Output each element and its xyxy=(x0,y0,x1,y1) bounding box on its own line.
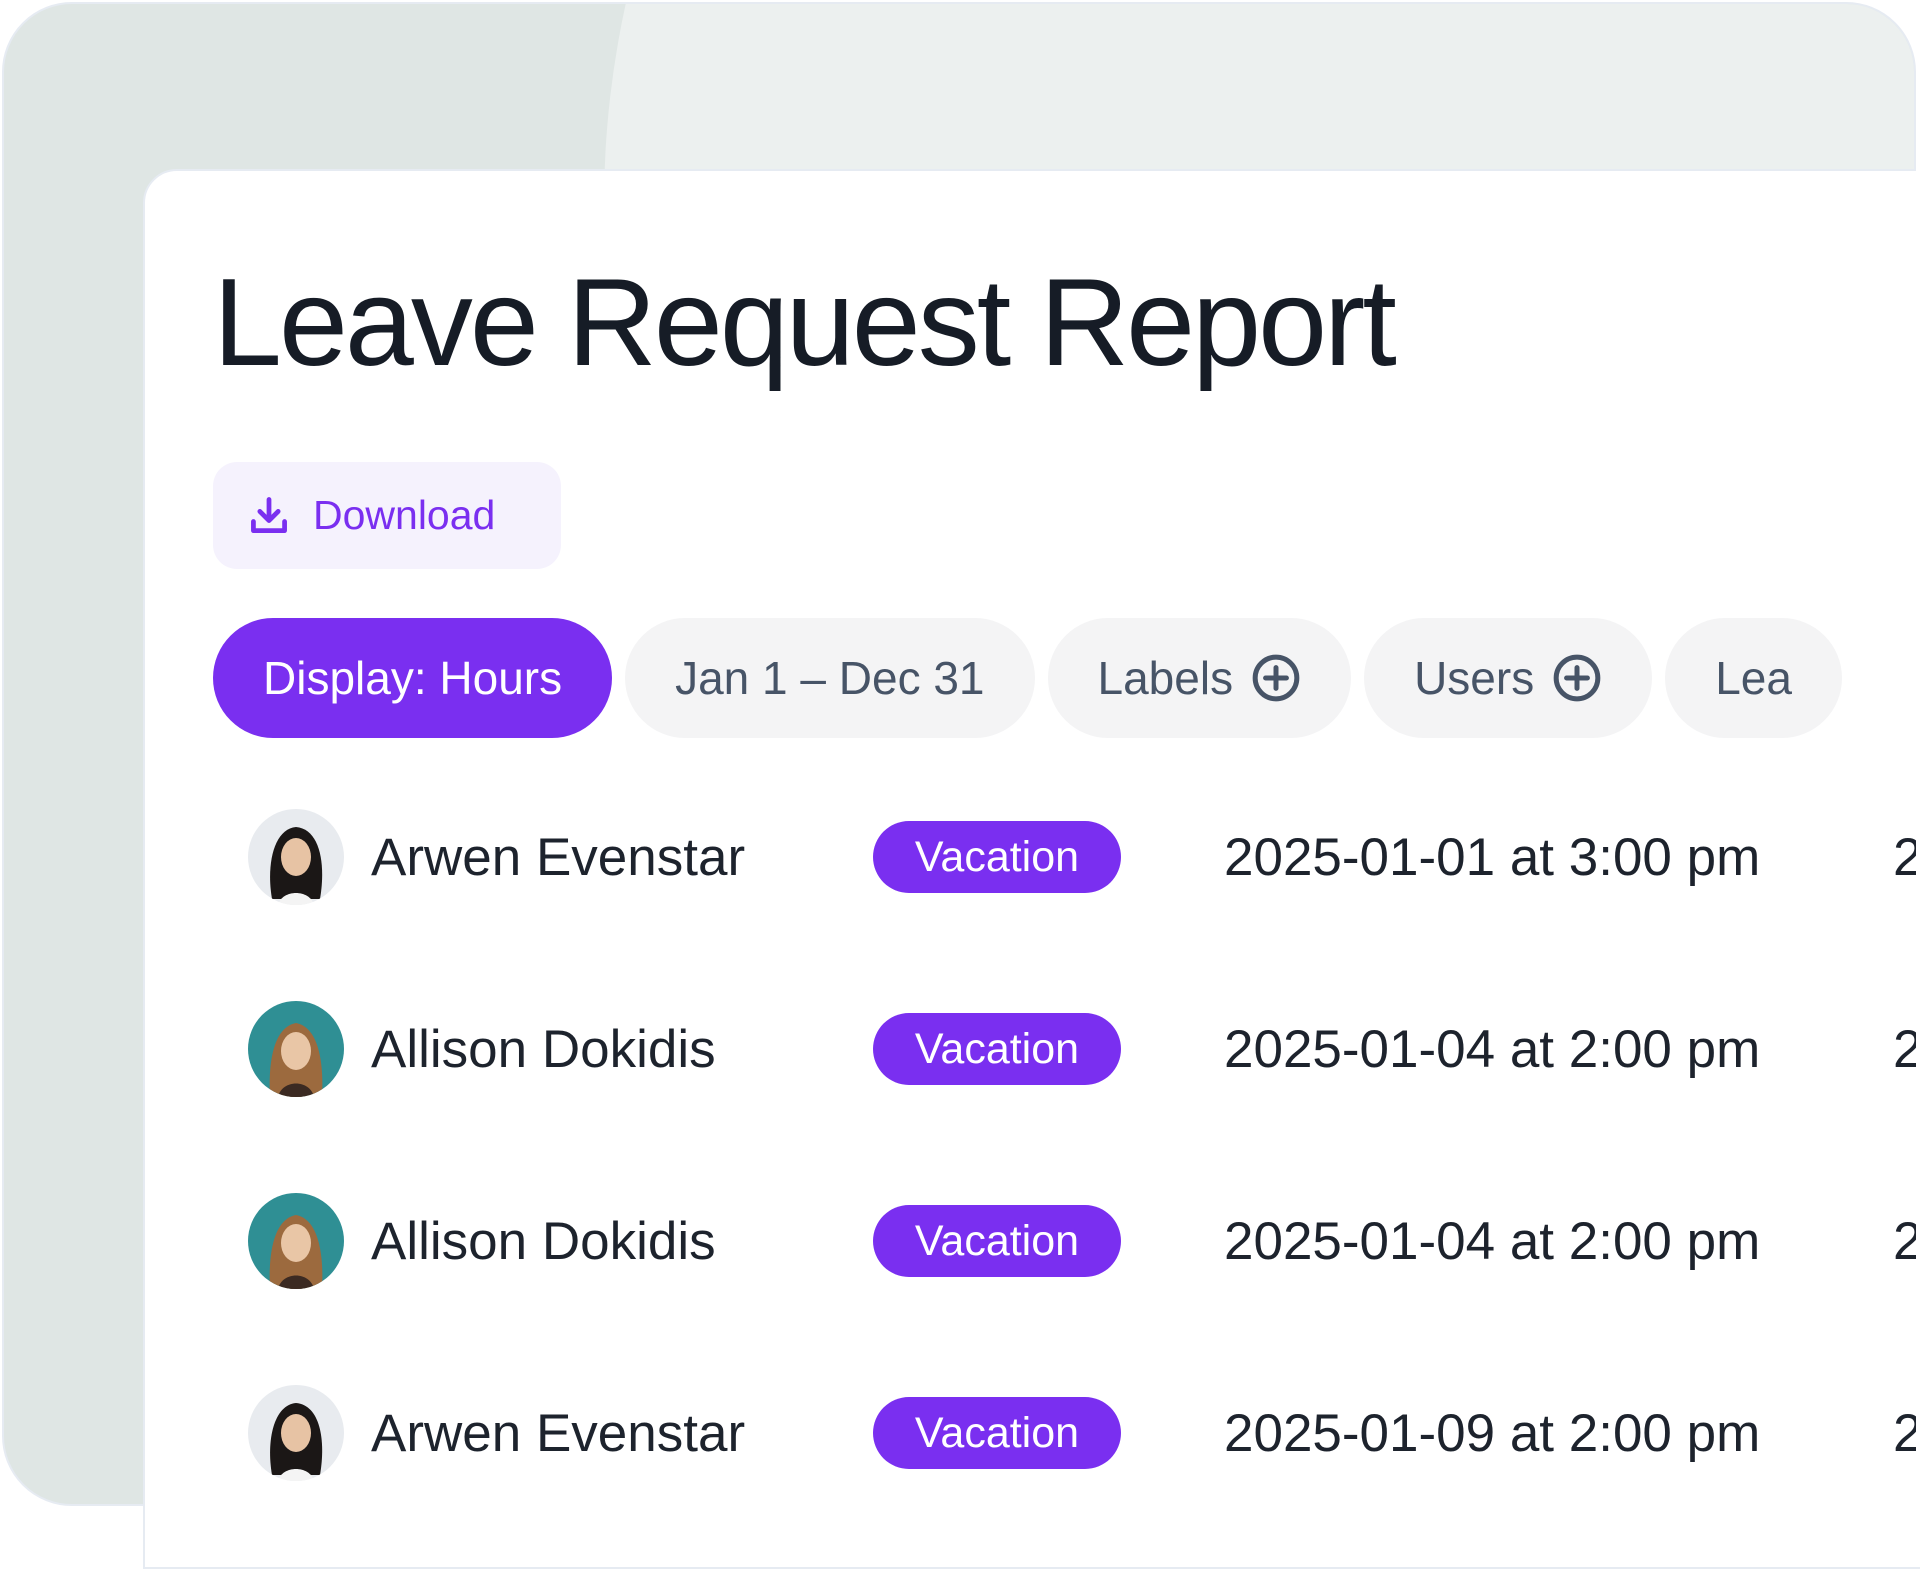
page-title: Leave Request Report xyxy=(213,254,1397,392)
filter-date-range[interactable]: Jan 1 – Dec 31 xyxy=(625,618,1035,738)
next-column-value: 2 xyxy=(1893,1211,1920,1271)
filter-label: Users xyxy=(1414,652,1535,704)
filter-display-hours[interactable]: Display: Hours xyxy=(213,618,613,738)
next-column-value: 2 xyxy=(1893,1019,1920,1079)
table-row[interactable]: Arwen Evenstar Vacation 2025-01-09 at 2:00… xyxy=(248,1385,1920,1481)
filter-label: Labels xyxy=(1097,652,1234,704)
download-button[interactable]: Download xyxy=(213,462,561,569)
plus-circle-icon xyxy=(1252,654,1300,702)
leave-type-badge: Vacation xyxy=(873,821,1121,893)
download-label: Download xyxy=(313,492,496,538)
table-row[interactable]: Allison Dokidis Vacation 2025-01-04 at 2:0… xyxy=(248,1001,1920,1097)
leave-type-badge: Vacation xyxy=(873,1205,1121,1277)
start-datetime: 2025-01-01 at 3:00 pm xyxy=(1224,827,1761,887)
filter-bar: Display: Hours Jan 1 – Dec 31 Labels Use… xyxy=(213,618,1842,738)
next-column-value: 2 xyxy=(1893,827,1920,887)
filter-label: Display: Hours xyxy=(263,652,563,704)
leave-type-badge: Vacation xyxy=(873,1397,1121,1469)
plus-circle-icon xyxy=(1553,654,1601,702)
table-row[interactable]: Arwen Evenstar Vacation 2025-01-01 at 3:00… xyxy=(248,809,1920,905)
filter-leave-type[interactable]: Lea xyxy=(1665,618,1842,738)
filter-users[interactable]: Users xyxy=(1364,618,1653,738)
filter-labels[interactable]: Labels xyxy=(1047,618,1352,738)
avatar xyxy=(248,809,344,905)
user-name: Arwen Evenstar xyxy=(371,1403,746,1463)
avatar xyxy=(248,1193,344,1289)
user-name: Arwen Evenstar xyxy=(371,827,746,887)
avatar xyxy=(248,1001,344,1097)
filter-label: Lea xyxy=(1715,652,1792,704)
leave-type-badge: Vacation xyxy=(873,1013,1121,1085)
user-name: Allison Dokidis xyxy=(371,1019,716,1079)
next-column-value: 2 xyxy=(1893,1403,1920,1463)
table-row[interactable]: Allison Dokidis Vacation 2025-01-04 at 2:0… xyxy=(248,1193,1920,1289)
start-datetime: 2025-01-04 at 2:00 pm xyxy=(1224,1211,1761,1271)
start-datetime: 2025-01-09 at 2:00 pm xyxy=(1224,1403,1761,1463)
avatar xyxy=(248,1385,344,1481)
user-name: Allison Dokidis xyxy=(371,1211,716,1271)
start-datetime: 2025-01-04 at 2:00 pm xyxy=(1224,1019,1761,1079)
filter-label: Jan 1 – Dec 31 xyxy=(675,652,985,704)
download-icon xyxy=(251,496,287,533)
